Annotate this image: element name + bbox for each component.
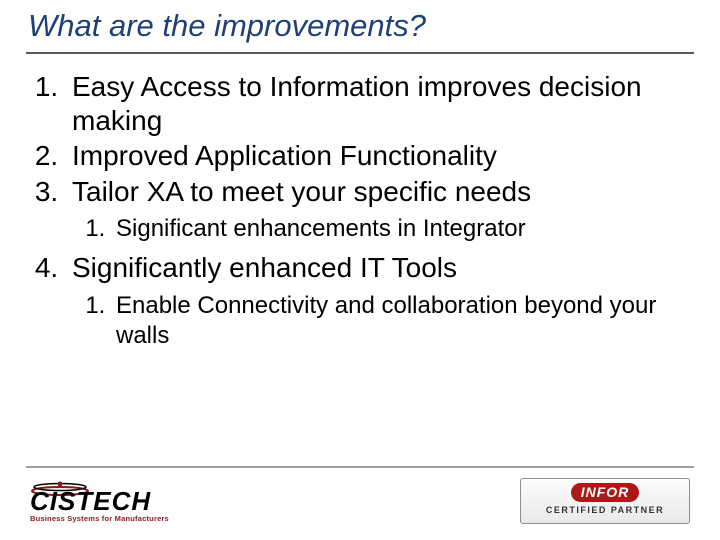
list-item: Improved Application Functionality bbox=[66, 139, 690, 173]
cistech-logo: CISTECH Business Systems for Manufacture… bbox=[30, 476, 200, 526]
list-item: Significantly enhanced IT Tools Enable C… bbox=[66, 251, 690, 352]
list-item-text: Tailor XA to meet your specific needs bbox=[72, 176, 531, 207]
list-item: Easy Access to Information improves deci… bbox=[66, 70, 690, 137]
list-item-text: Easy Access to Information improves deci… bbox=[72, 71, 642, 136]
infor-partner-badge: INFOR CERTIFIED PARTNER bbox=[520, 478, 690, 524]
title-underline bbox=[26, 52, 694, 54]
slide-body: Easy Access to Information improves deci… bbox=[20, 70, 690, 358]
slide-title: What are the improvements? bbox=[28, 8, 692, 48]
sub-list: Enable Connectivity and collaboration be… bbox=[72, 291, 690, 352]
infor-name: INFOR bbox=[571, 483, 640, 502]
cistech-tagline: Business Systems for Manufacturers bbox=[30, 514, 169, 523]
list-item-text: Significantly enhanced IT Tools bbox=[72, 252, 457, 283]
infor-sub: CERTIFIED PARTNER bbox=[527, 505, 683, 515]
footer-divider bbox=[26, 466, 694, 468]
slide: What are the improvements? Easy Access t… bbox=[0, 0, 720, 540]
list-item-text: Improved Application Functionality bbox=[72, 140, 497, 171]
improvements-list: Easy Access to Information improves deci… bbox=[20, 70, 690, 352]
list-item: Significant enhancements in Integrator bbox=[112, 214, 690, 245]
list-item-text: Enable Connectivity and collaboration be… bbox=[116, 292, 656, 350]
cistech-name: CISTECH bbox=[30, 486, 151, 517]
list-item-text: Significant enhancements in Integrator bbox=[116, 215, 526, 242]
list-item: Tailor XA to meet your specific needs Si… bbox=[66, 175, 690, 245]
sub-list: Significant enhancements in Integrator bbox=[72, 214, 690, 245]
list-item: Enable Connectivity and collaboration be… bbox=[112, 291, 690, 352]
